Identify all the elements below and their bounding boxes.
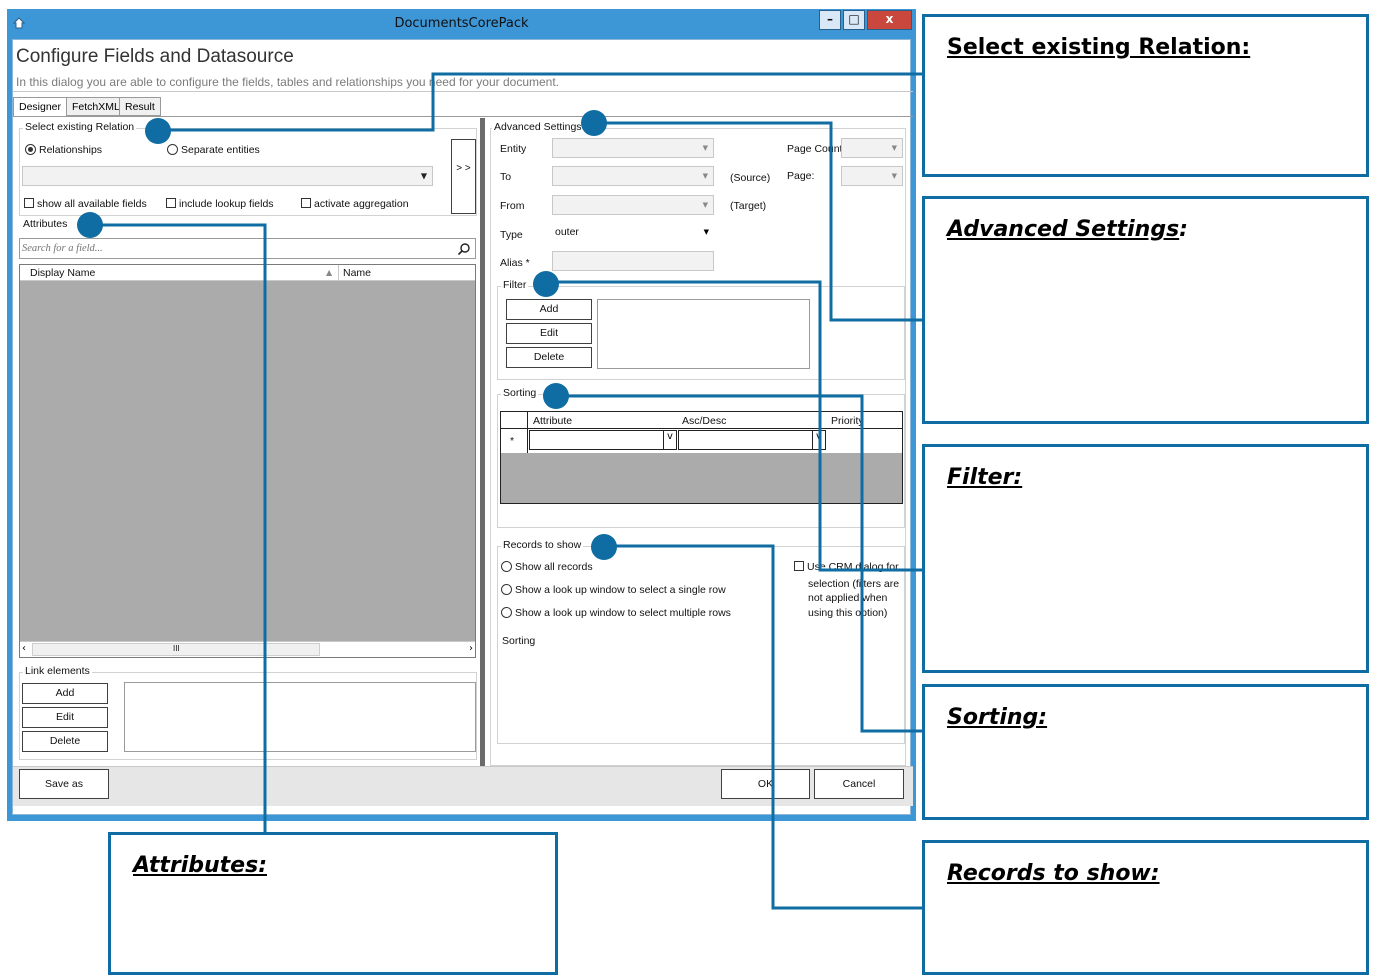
callout-select-relation: Select existing Relation: [922, 14, 1369, 177]
callout-advanced-title: Advanced Settings: [947, 217, 1188, 242]
callout-records-title: Records to show: [947, 861, 1160, 886]
callout-marker-advanced [581, 110, 607, 136]
callout-marker-filter [533, 271, 559, 297]
callout-marker-attributes [77, 212, 103, 238]
connector-attributes [90, 223, 267, 834]
callout-sorting-title: Sorting: [947, 705, 1048, 730]
callout-select-relation-title: Select existing Relation: [947, 35, 1251, 60]
callout-filter-title: Filter: [947, 465, 1023, 490]
callout-records: Records to show: [922, 840, 1369, 975]
callout-attributes-title: Attributes: [133, 853, 267, 878]
connector-filter [546, 280, 924, 572]
callout-sorting: Sorting: [922, 684, 1369, 820]
callout-marker-records [591, 534, 617, 560]
connector-advanced [594, 121, 924, 322]
callout-marker-sorting [543, 383, 569, 409]
connector-sorting [556, 394, 924, 733]
callout-marker-relation [145, 118, 171, 144]
callout-attributes: Attributes: [108, 832, 558, 975]
callout-advanced-settings: Advanced Settings: [922, 196, 1369, 424]
connector-records [604, 544, 924, 910]
callout-filter: Filter: [922, 444, 1369, 673]
callout-advanced-text: Advanced Settings [947, 217, 1180, 242]
callout-advanced-colon: : [1179, 217, 1188, 242]
